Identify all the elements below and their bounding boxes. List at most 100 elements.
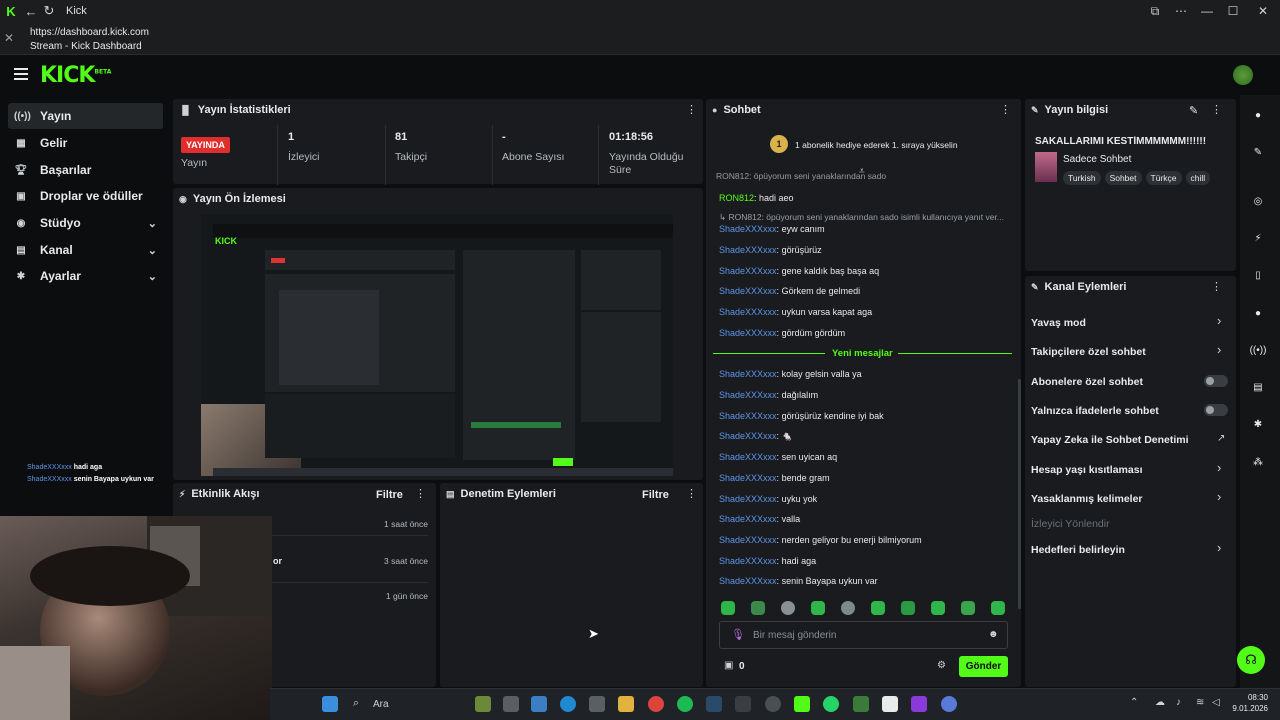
menu-icon[interactable] [14, 68, 28, 80]
close-window-icon[interactable]: ✕ [1250, 0, 1276, 22]
emote-icon[interactable] [751, 601, 765, 615]
chat-input-box[interactable]: 🎙︎ Bir mesaj gönderin ☻ [719, 621, 1008, 649]
app-icon[interactable] [882, 696, 898, 712]
emote-icon[interactable] [991, 601, 1005, 615]
ai-moderation-action[interactable]: Yapay Zeka ile Sohbet Denetimi [1031, 434, 1189, 446]
back-icon[interactable]: ← [22, 4, 40, 19]
chevron-right-icon[interactable]: › [1217, 313, 1221, 328]
avatar[interactable] [1233, 65, 1253, 85]
maximize-icon[interactable]: ☐ [1220, 0, 1246, 22]
points-icon[interactable]: ▣ [724, 660, 733, 671]
obs-icon[interactable] [765, 696, 781, 712]
chrome-icon[interactable] [648, 696, 664, 712]
emote-icon[interactable] [931, 601, 945, 615]
volume-icon[interactable]: ◁ [1212, 697, 1220, 708]
taskbar-search[interactable]: Ara [373, 699, 389, 710]
subscribers-only-toggle[interactable] [1204, 375, 1228, 387]
terminal-icon[interactable] [735, 696, 751, 712]
chat-username[interactable]: ShadeXXXxxx [719, 473, 777, 483]
chat-username[interactable]: ShadeXXXxxx [719, 514, 777, 524]
chat-username[interactable]: ShadeXXXxxx [719, 328, 777, 338]
account-age-action[interactable]: Hesap yaşı kısıtlaması [1031, 464, 1143, 476]
kebab-menu-icon[interactable]: ⋮ [686, 488, 697, 500]
widget-icon[interactable] [475, 696, 491, 712]
minimize-icon[interactable]: — [1194, 0, 1220, 22]
tag[interactable]: Turkish [1063, 171, 1101, 185]
task-view-icon[interactable] [503, 696, 519, 712]
microphone-icon[interactable]: ♪ [1176, 697, 1181, 708]
chat-scrollbar[interactable] [1018, 379, 1021, 609]
chat-username[interactable]: ShadeXXXxxx [719, 307, 777, 317]
url-text[interactable]: https://dashboard.kick.com [30, 27, 149, 38]
tag[interactable]: Türkçe [1145, 171, 1182, 185]
sidebar-item-studyo[interactable]: ◉ Stüdyo ⌄ [8, 210, 163, 236]
steam-icon[interactable] [706, 696, 722, 712]
chat-username[interactable]: ShadeXXXxxx [719, 494, 777, 504]
sidebar-item-basarilar[interactable]: 🏆︎ Başarılar [8, 157, 163, 183]
stream-preview-video[interactable]: KICK [201, 214, 673, 476]
edit-icon[interactable]: ✎ [1249, 143, 1267, 161]
refresh-icon[interactable]: ↻ [40, 3, 58, 19]
wrench-icon[interactable]: ✱ [1249, 415, 1267, 433]
chevron-right-icon[interactable]: › [1217, 342, 1221, 357]
sidebar-item-kanal[interactable]: ▤ Kanal ⌄ [8, 237, 163, 263]
external-link-icon[interactable]: ↗ [1217, 433, 1225, 444]
gift-leaderboard-text[interactable]: 1 abonelik hediye ederek 1. sıraya yükse… [795, 140, 958, 150]
chevron-right-icon[interactable]: › [1217, 460, 1221, 475]
close-icon[interactable]: ✕ [4, 31, 14, 45]
chat-username[interactable]: ShadeXXXxxx [719, 411, 777, 421]
windows-start-icon[interactable] [322, 696, 338, 712]
tag[interactable]: chill [1185, 171, 1211, 185]
microphone-icon[interactable]: 🎙︎ [731, 628, 745, 641]
chat-username[interactable]: ShadeXXXxxx [719, 431, 777, 441]
chat-username[interactable]: ShadeXXXxxx [719, 535, 777, 545]
category-name[interactable]: Sadece Sohbet [1063, 154, 1131, 165]
chat-username[interactable]: ShadeXXXxxx [719, 286, 777, 296]
support-button[interactable]: ☊ [1237, 646, 1265, 674]
chat-username[interactable]: ShadeXXXxxx [719, 556, 777, 566]
app-icon[interactable]: ⧉ [1142, 0, 1168, 22]
vs-icon[interactable] [911, 696, 927, 712]
sidebar-item-droplar[interactable]: ▣ Droplar ve ödüller [8, 183, 163, 209]
apps-icon[interactable]: ⁂ [1249, 453, 1267, 471]
target-icon[interactable]: ◎ [1249, 192, 1267, 210]
emote-icon[interactable] [961, 601, 975, 615]
chat-username[interactable]: ShadeXXXxxx [719, 369, 777, 379]
whatsapp-icon[interactable] [823, 696, 839, 712]
emote-icon[interactable] [781, 601, 795, 615]
store-icon[interactable] [589, 696, 605, 712]
search-icon[interactable]: ⌕ [353, 697, 359, 710]
chevron-right-icon[interactable]: › [1217, 489, 1221, 504]
gear-icon[interactable]: ⚙︎ [937, 660, 946, 671]
clock-time[interactable]: 08:30 [1228, 693, 1268, 702]
kick-taskbar-icon[interactable] [794, 696, 810, 712]
slow-mode-action[interactable]: Yavaş mod [1031, 317, 1086, 329]
filter-button[interactable]: Filtre [376, 489, 403, 501]
chat-username[interactable]: ShadeXXXxxx [719, 452, 777, 462]
chat-icon[interactable]: ● [1249, 304, 1267, 322]
chat-username[interactable]: ShadeXXXxxx [719, 245, 777, 255]
emotes-only-toggle[interactable] [1204, 404, 1228, 416]
list-icon[interactable]: ▤ [1249, 378, 1267, 396]
sidebar-item-yayin[interactable]: ((•)) Yayın [8, 103, 163, 129]
filter-button[interactable]: Filtre [642, 489, 669, 501]
kebab-menu-icon[interactable]: ⋮ [686, 104, 697, 116]
app-icon[interactable] [941, 696, 957, 712]
info-icon[interactable]: ● [1249, 106, 1267, 124]
sidebar-item-gelir[interactable]: ▦ Gelir [8, 130, 163, 156]
chevron-right-icon[interactable]: › [1217, 540, 1221, 555]
goals-action[interactable]: Hedefleri belirleyin [1031, 544, 1125, 556]
chat-username[interactable]: ShadeXXXxxx [719, 390, 777, 400]
wifi-icon[interactable]: ≋ [1196, 697, 1204, 708]
bolt-icon[interactable]: ⚡︎ [1249, 229, 1267, 247]
tray-chevron-icon[interactable]: ⌃ [1130, 697, 1138, 708]
send-button[interactable]: Gönder [959, 656, 1008, 677]
followers-only-action[interactable]: Takipçilere özel sohbet [1031, 346, 1146, 358]
emote-icon[interactable] [811, 601, 825, 615]
kebab-menu-icon[interactable]: ⋮ [1000, 104, 1011, 116]
kebab-menu-icon[interactable]: ⋮ [1211, 281, 1222, 293]
emote-icon[interactable] [721, 601, 735, 615]
kebab-menu-icon[interactable]: ⋮ [415, 488, 426, 500]
emote-icon[interactable] [901, 601, 915, 615]
category-thumbnail[interactable] [1035, 152, 1057, 182]
